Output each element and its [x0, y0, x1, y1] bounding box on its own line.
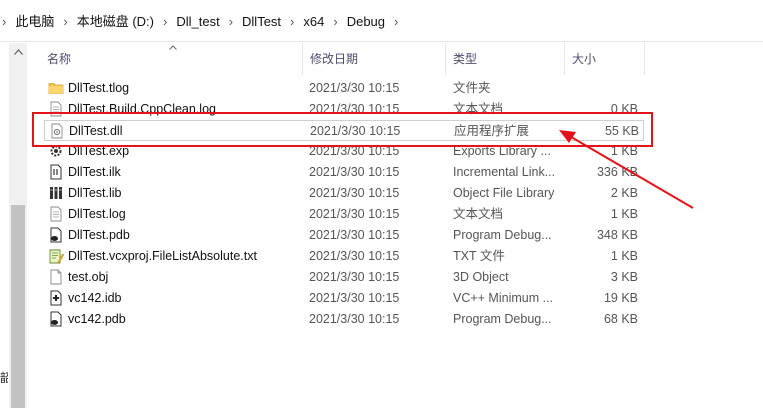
file-date: 2021/3/30 10:15 [309, 165, 400, 179]
file-name: DllTest.lib [68, 186, 122, 200]
pdb-file-icon [50, 227, 62, 243]
breadcrumb-item-dlltest[interactable]: DllTest [242, 11, 281, 33]
chevron-right-icon[interactable]: › [54, 11, 76, 33]
file-name: DllTest.log [68, 207, 126, 221]
chevron-right-icon[interactable]: › [220, 11, 242, 33]
navigation-pane: 韶 [0, 43, 8, 408]
breadcrumb-item-this-pc[interactable]: 此电脑 [15, 11, 54, 33]
annotation-highlight-box [32, 112, 653, 147]
breadcrumb-item-dll-test[interactable]: Dll_test [176, 11, 219, 33]
file-type: Program Debug... [453, 312, 552, 326]
file-size [572, 78, 638, 99]
folder-icon [48, 83, 64, 94]
file-date: 2021/3/30 10:15 [309, 249, 400, 263]
file-name: vc142.idb [68, 291, 122, 305]
file-type: Object File Library [453, 186, 555, 200]
file-date: 2021/3/30 10:15 [309, 291, 400, 305]
file-size: 3 KB [610, 270, 638, 284]
txt-file-icon [49, 249, 64, 264]
breadcrumb-item-debug[interactable]: Debug [347, 11, 385, 33]
file-size: 2 KB [610, 186, 638, 200]
file-type: 文件夹 [453, 81, 491, 95]
pdb-file-icon [50, 311, 62, 327]
column-type[interactable]: 类型 [446, 43, 565, 75]
list-item[interactable]: DllTest.log 2021/3/30 10:15 文本文档 1 KB [44, 204, 644, 225]
file-name: DllTest.ilk [68, 165, 121, 179]
idb-file-icon [50, 290, 62, 306]
file-size: 336 KB [596, 165, 638, 179]
nav-item-fragment[interactable]: 韶 [0, 369, 8, 383]
file-type: Incremental Link... [453, 165, 556, 179]
address-bar[interactable]: › 此电脑 › 本地磁盘 (D:) › Dll_test › DllTest ›… [0, 0, 763, 42]
file-date: 2021/3/30 10:15 [309, 81, 400, 95]
list-item[interactable]: DllTest.ilk 2021/3/30 10:15 Incremental … [44, 162, 644, 183]
chevron-right-icon[interactable]: › [154, 11, 176, 33]
file-size: 68 KB [603, 312, 638, 326]
nav-scrollbar[interactable] [9, 43, 27, 408]
file-date: 2021/3/30 10:15 [309, 228, 400, 242]
list-item[interactable]: DllTest.pdb 2021/3/30 10:15 Program Debu… [44, 225, 644, 246]
file-date: 2021/3/30 10:15 [309, 270, 400, 284]
file-name: DllTest.vcxproj.FileListAbsolute.txt [68, 249, 257, 263]
breadcrumb-item-local-disk[interactable]: 本地磁盘 (D:) [77, 11, 154, 33]
list-item[interactable]: DllTest.tlog 2021/3/30 10:15 文件夹 [44, 78, 644, 99]
file-type: 文本文档 [453, 207, 504, 221]
file-date: 2021/3/30 10:15 [309, 312, 400, 326]
obj-file-icon [50, 269, 62, 285]
list-item[interactable]: vc142.pdb 2021/3/30 10:15 Program Debug.… [44, 309, 644, 330]
file-type: TXT 文件 [453, 249, 505, 263]
column-name[interactable]: 名称 [40, 43, 303, 75]
file-size: 1 KB [610, 207, 638, 221]
file-size: 348 KB [596, 228, 638, 242]
text-file-icon [50, 206, 62, 222]
file-name: test.obj [68, 270, 109, 284]
breadcrumb-item-x64[interactable]: x64 [303, 11, 324, 33]
ilk-file-icon [50, 164, 62, 180]
file-size: 19 KB [603, 291, 638, 305]
chevron-right-icon[interactable]: › [0, 11, 15, 33]
breadcrumb: › 此电脑 › 本地磁盘 (D:) › Dll_test › DllTest ›… [0, 11, 407, 33]
list-item[interactable]: vc142.idb 2021/3/30 10:15 VC++ Minimum .… [44, 288, 644, 309]
list-item[interactable]: DllTest.lib 2021/3/30 10:15 Object File … [44, 183, 644, 204]
chevron-right-icon[interactable]: › [385, 11, 407, 33]
file-date: 2021/3/30 10:15 [309, 207, 400, 221]
column-date-modified[interactable]: 修改日期 [303, 43, 446, 75]
file-type: Program Debug... [453, 228, 552, 242]
scroll-thumb[interactable] [11, 205, 25, 408]
list-item[interactable]: test.obj 2021/3/30 10:15 3D Object 3 KB [44, 267, 644, 288]
chevron-right-icon[interactable]: › [324, 11, 346, 33]
lib-file-icon [50, 187, 62, 199]
chevron-right-icon[interactable]: › [281, 11, 303, 33]
scroll-up-icon[interactable] [9, 43, 27, 61]
file-size: 1 KB [610, 249, 638, 263]
file-type: VC++ Minimum ... [453, 291, 554, 305]
column-size[interactable]: 大小 [565, 43, 645, 75]
file-name: DllTest.tlog [68, 81, 130, 95]
list-item[interactable]: DllTest.vcxproj.FileListAbsolute.txt 202… [44, 246, 644, 267]
file-type: 3D Object [453, 270, 509, 284]
file-name: vc142.pdb [68, 312, 126, 326]
file-date: 2021/3/30 10:15 [309, 186, 400, 200]
file-name: DllTest.pdb [68, 228, 130, 242]
column-header: 名称 修改日期 类型 大小 [27, 43, 763, 75]
